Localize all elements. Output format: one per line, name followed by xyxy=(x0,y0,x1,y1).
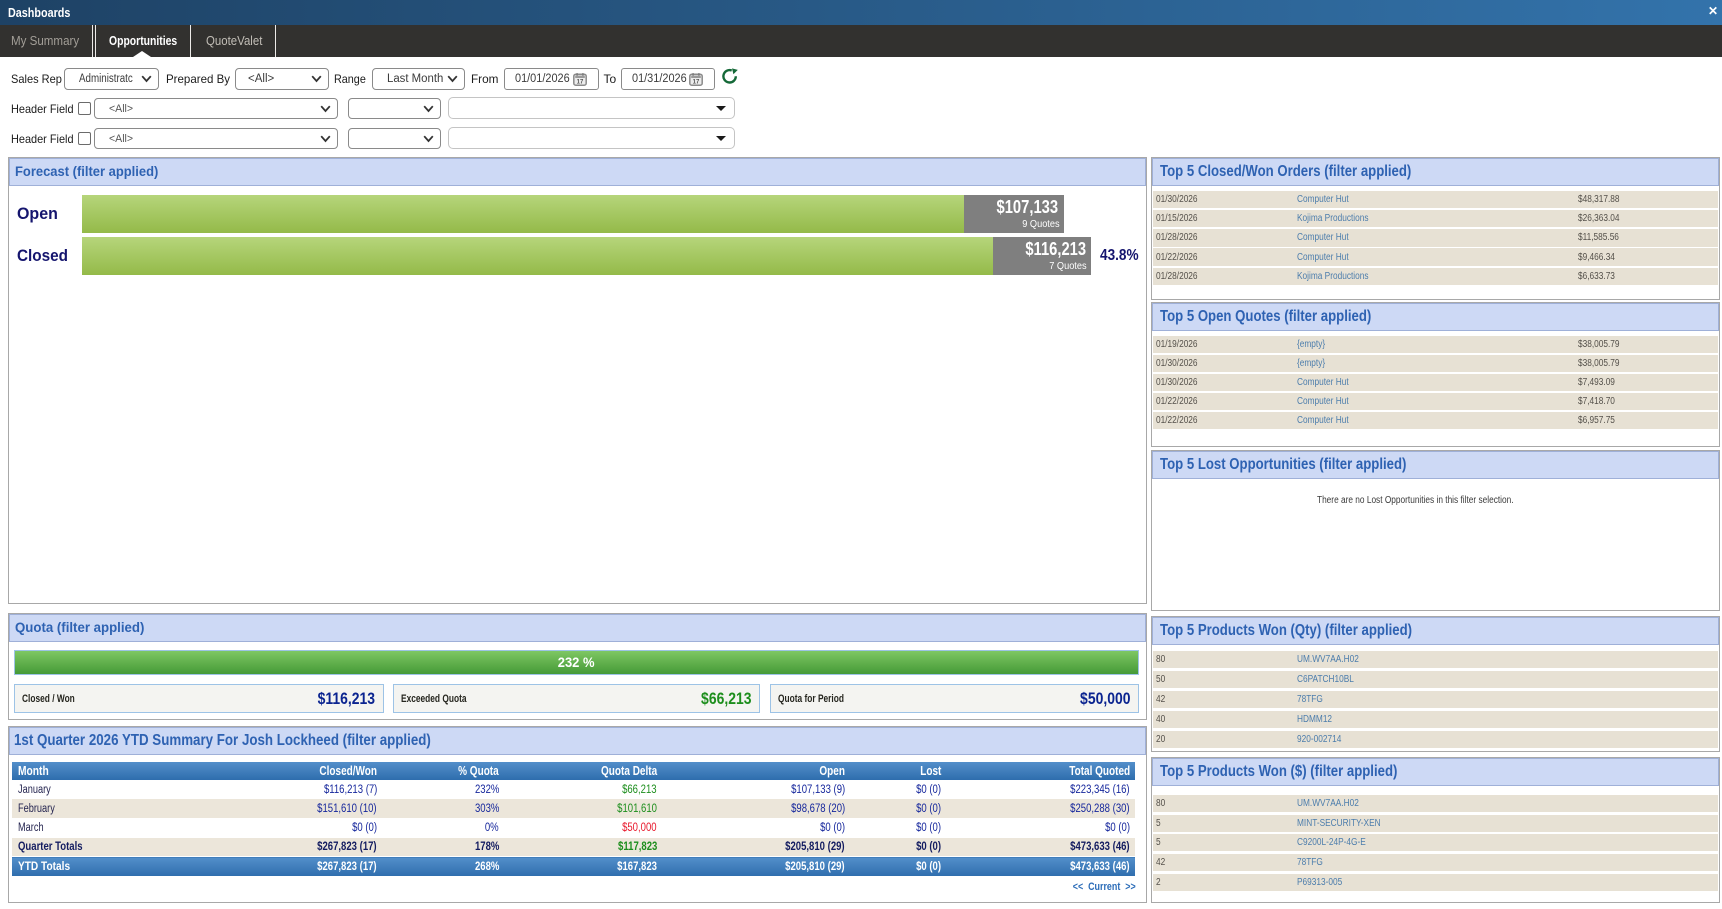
svg-text:17: 17 xyxy=(576,79,583,85)
svg-text:17: 17 xyxy=(693,79,700,85)
